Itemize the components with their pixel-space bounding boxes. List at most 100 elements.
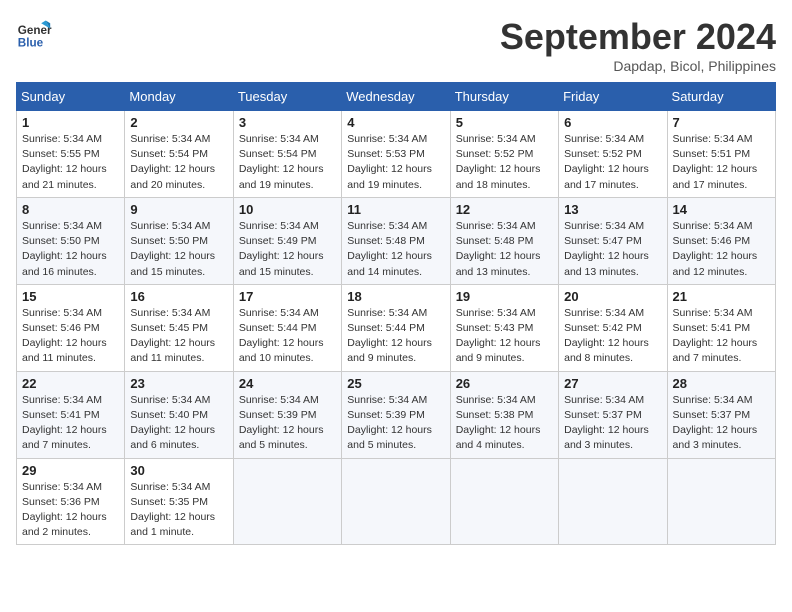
day-detail: Sunrise: 5:34 AMSunset: 5:36 PMDaylight:… bbox=[22, 480, 119, 541]
day-detail: Sunrise: 5:34 AMSunset: 5:51 PMDaylight:… bbox=[673, 132, 770, 193]
day-number: 6 bbox=[564, 115, 661, 130]
day-number: 8 bbox=[22, 202, 119, 217]
day-number: 11 bbox=[347, 202, 444, 217]
day-number: 18 bbox=[347, 289, 444, 304]
logo-icon: General Blue bbox=[16, 16, 52, 52]
day-detail: Sunrise: 5:34 AMSunset: 5:54 PMDaylight:… bbox=[130, 132, 227, 193]
day-detail: Sunrise: 5:34 AMSunset: 5:48 PMDaylight:… bbox=[347, 219, 444, 280]
day-detail: Sunrise: 5:34 AMSunset: 5:50 PMDaylight:… bbox=[130, 219, 227, 280]
week-row-5: 29 Sunrise: 5:34 AMSunset: 5:36 PMDayligh… bbox=[17, 458, 776, 545]
calendar-cell bbox=[342, 458, 450, 545]
day-detail: Sunrise: 5:34 AMSunset: 5:46 PMDaylight:… bbox=[673, 219, 770, 280]
day-detail: Sunrise: 5:34 AMSunset: 5:52 PMDaylight:… bbox=[564, 132, 661, 193]
calendar-cell bbox=[559, 458, 667, 545]
day-number: 27 bbox=[564, 376, 661, 391]
day-detail: Sunrise: 5:34 AMSunset: 5:38 PMDaylight:… bbox=[456, 393, 553, 454]
weekday-header-sunday: Sunday bbox=[17, 83, 125, 111]
day-number: 13 bbox=[564, 202, 661, 217]
calendar-cell: 4 Sunrise: 5:34 AMSunset: 5:53 PMDaylight… bbox=[342, 111, 450, 198]
day-number: 26 bbox=[456, 376, 553, 391]
day-number: 24 bbox=[239, 376, 336, 391]
calendar-cell: 14 Sunrise: 5:34 AMSunset: 5:46 PMDayligh… bbox=[667, 197, 775, 284]
day-detail: Sunrise: 5:34 AMSunset: 5:52 PMDaylight:… bbox=[456, 132, 553, 193]
day-number: 12 bbox=[456, 202, 553, 217]
weekday-header-wednesday: Wednesday bbox=[342, 83, 450, 111]
calendar-cell bbox=[667, 458, 775, 545]
calendar-cell: 21 Sunrise: 5:34 AMSunset: 5:41 PMDayligh… bbox=[667, 284, 775, 371]
day-detail: Sunrise: 5:34 AMSunset: 5:53 PMDaylight:… bbox=[347, 132, 444, 193]
location: Dapdap, Bicol, Philippines bbox=[500, 58, 776, 74]
weekday-header-saturday: Saturday bbox=[667, 83, 775, 111]
day-number: 22 bbox=[22, 376, 119, 391]
day-detail: Sunrise: 5:34 AMSunset: 5:41 PMDaylight:… bbox=[22, 393, 119, 454]
calendar-cell: 3 Sunrise: 5:34 AMSunset: 5:54 PMDaylight… bbox=[233, 111, 341, 198]
calendar-cell: 24Sunrise: 5:34 AMSunset: 5:39 PMDayligh… bbox=[233, 371, 341, 458]
day-detail: Sunrise: 5:34 AMSunset: 5:35 PMDaylight:… bbox=[130, 480, 227, 541]
calendar-cell: 11 Sunrise: 5:34 AMSunset: 5:48 PMDayligh… bbox=[342, 197, 450, 284]
calendar-cell: 5 Sunrise: 5:34 AMSunset: 5:52 PMDaylight… bbox=[450, 111, 558, 198]
calendar-cell bbox=[233, 458, 341, 545]
logo: General Blue bbox=[16, 16, 52, 52]
title-area: September 2024 Dapdap, Bicol, Philippine… bbox=[500, 16, 776, 74]
day-detail: Sunrise: 5:34 AMSunset: 5:37 PMDaylight:… bbox=[673, 393, 770, 454]
day-number: 21 bbox=[673, 289, 770, 304]
day-detail: Sunrise: 5:34 AMSunset: 5:44 PMDaylight:… bbox=[239, 306, 336, 367]
day-number: 1 bbox=[22, 115, 119, 130]
day-number: 10 bbox=[239, 202, 336, 217]
day-detail: Sunrise: 5:34 AMSunset: 5:39 PMDaylight:… bbox=[347, 393, 444, 454]
day-detail: Sunrise: 5:34 AMSunset: 5:41 PMDaylight:… bbox=[673, 306, 770, 367]
day-detail: Sunrise: 5:34 AMSunset: 5:54 PMDaylight:… bbox=[239, 132, 336, 193]
day-number: 29 bbox=[22, 463, 119, 478]
day-number: 19 bbox=[456, 289, 553, 304]
calendar-cell: 30Sunrise: 5:34 AMSunset: 5:35 PMDayligh… bbox=[125, 458, 233, 545]
day-number: 17 bbox=[239, 289, 336, 304]
day-number: 20 bbox=[564, 289, 661, 304]
weekday-header-row: SundayMondayTuesdayWednesdayThursdayFrid… bbox=[17, 83, 776, 111]
weekday-header-thursday: Thursday bbox=[450, 83, 558, 111]
day-detail: Sunrise: 5:34 AMSunset: 5:55 PMDaylight:… bbox=[22, 132, 119, 193]
calendar-cell: 29 Sunrise: 5:34 AMSunset: 5:36 PMDayligh… bbox=[17, 458, 125, 545]
day-number: 23 bbox=[130, 376, 227, 391]
page-header: General Blue September 2024 Dapdap, Bico… bbox=[16, 16, 776, 74]
day-detail: Sunrise: 5:34 AMSunset: 5:42 PMDaylight:… bbox=[564, 306, 661, 367]
weekday-header-monday: Monday bbox=[125, 83, 233, 111]
calendar-cell: 9Sunrise: 5:34 AMSunset: 5:50 PMDaylight… bbox=[125, 197, 233, 284]
calendar-cell: 15 Sunrise: 5:34 AMSunset: 5:46 PMDayligh… bbox=[17, 284, 125, 371]
day-number: 3 bbox=[239, 115, 336, 130]
calendar-cell: 19 Sunrise: 5:34 AMSunset: 5:43 PMDayligh… bbox=[450, 284, 558, 371]
calendar-cell: 18Sunrise: 5:34 AMSunset: 5:44 PMDayligh… bbox=[342, 284, 450, 371]
svg-text:Blue: Blue bbox=[18, 37, 44, 50]
day-number: 2 bbox=[130, 115, 227, 130]
calendar-cell: 23 Sunrise: 5:34 AMSunset: 5:40 PMDayligh… bbox=[125, 371, 233, 458]
day-number: 25 bbox=[347, 376, 444, 391]
week-row-2: 8 Sunrise: 5:34 AMSunset: 5:50 PMDaylight… bbox=[17, 197, 776, 284]
day-number: 4 bbox=[347, 115, 444, 130]
day-detail: Sunrise: 5:34 AMSunset: 5:46 PMDaylight:… bbox=[22, 306, 119, 367]
calendar-cell: 7 Sunrise: 5:34 AMSunset: 5:51 PMDaylight… bbox=[667, 111, 775, 198]
month-title: September 2024 bbox=[500, 16, 776, 58]
calendar-cell: 27Sunrise: 5:34 AMSunset: 5:37 PMDayligh… bbox=[559, 371, 667, 458]
calendar-cell: 25 Sunrise: 5:34 AMSunset: 5:39 PMDayligh… bbox=[342, 371, 450, 458]
day-number: 5 bbox=[456, 115, 553, 130]
day-number: 16 bbox=[130, 289, 227, 304]
day-detail: Sunrise: 5:34 AMSunset: 5:43 PMDaylight:… bbox=[456, 306, 553, 367]
day-number: 7 bbox=[673, 115, 770, 130]
day-detail: Sunrise: 5:34 AMSunset: 5:49 PMDaylight:… bbox=[239, 219, 336, 280]
calendar-cell: 6 Sunrise: 5:34 AMSunset: 5:52 PMDaylight… bbox=[559, 111, 667, 198]
calendar-cell: 28 Sunrise: 5:34 AMSunset: 5:37 PMDayligh… bbox=[667, 371, 775, 458]
calendar-cell: 10 Sunrise: 5:34 AMSunset: 5:49 PMDayligh… bbox=[233, 197, 341, 284]
day-detail: Sunrise: 5:34 AMSunset: 5:48 PMDaylight:… bbox=[456, 219, 553, 280]
calendar-cell: 8Sunrise: 5:34 AMSunset: 5:50 PMDaylight… bbox=[17, 197, 125, 284]
calendar-cell bbox=[450, 458, 558, 545]
day-number: 28 bbox=[673, 376, 770, 391]
calendar-cell: 16 Sunrise: 5:34 AMSunset: 5:45 PMDayligh… bbox=[125, 284, 233, 371]
day-detail: Sunrise: 5:34 AMSunset: 5:40 PMDaylight:… bbox=[130, 393, 227, 454]
calendar-cell: 12 Sunrise: 5:34 AMSunset: 5:48 PMDayligh… bbox=[450, 197, 558, 284]
day-number: 14 bbox=[673, 202, 770, 217]
calendar-cell: 22 Sunrise: 5:34 AMSunset: 5:41 PMDayligh… bbox=[17, 371, 125, 458]
calendar-cell: 26 Sunrise: 5:34 AMSunset: 5:38 PMDayligh… bbox=[450, 371, 558, 458]
day-detail: Sunrise: 5:34 AMSunset: 5:45 PMDaylight:… bbox=[130, 306, 227, 367]
calendar-cell: 17 Sunrise: 5:34 AMSunset: 5:44 PMDayligh… bbox=[233, 284, 341, 371]
weekday-header-tuesday: Tuesday bbox=[233, 83, 341, 111]
day-number: 15 bbox=[22, 289, 119, 304]
